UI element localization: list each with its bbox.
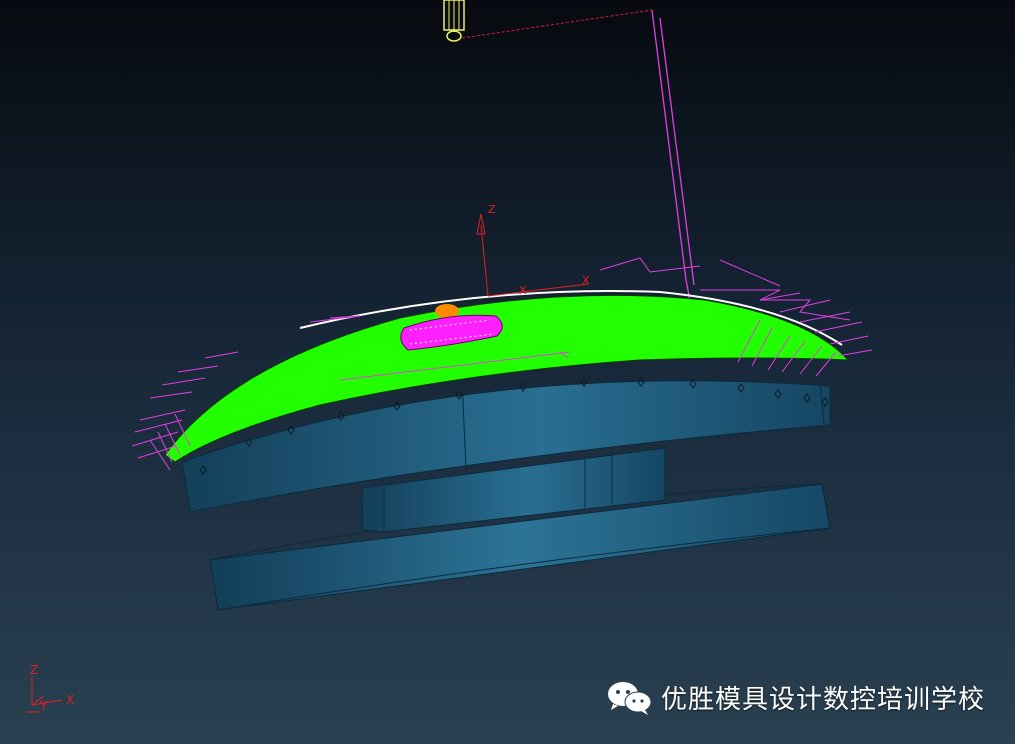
workplane-z-label: Z: [488, 203, 496, 216]
watermark: 优胜模具设计数控培训学校: [605, 679, 985, 716]
cad-3d-viewport[interactable]: Z X X Z Y X 优胜模具设计数控培训学校: [0, 0, 1015, 744]
workplane-x-label: X: [582, 274, 590, 287]
triad-z-label: Z: [30, 663, 38, 677]
view-triad: Z Y X: [26, 663, 74, 713]
workplane-x-mark: X: [519, 284, 527, 297]
triad-x-label: X: [66, 693, 74, 707]
wechat-icon: [607, 681, 652, 715]
watermark-text: 优胜模具设计数控培训学校: [660, 685, 985, 715]
cutting-tool[interactable]: [443, 0, 465, 42]
rapid-move-line: [461, 9, 653, 39]
cam-scene[interactable]: Z X X Z Y X: [0, 0, 1015, 744]
triad-y-label: Y: [39, 699, 48, 713]
workplane-axes: Z X X: [476, 203, 590, 297]
